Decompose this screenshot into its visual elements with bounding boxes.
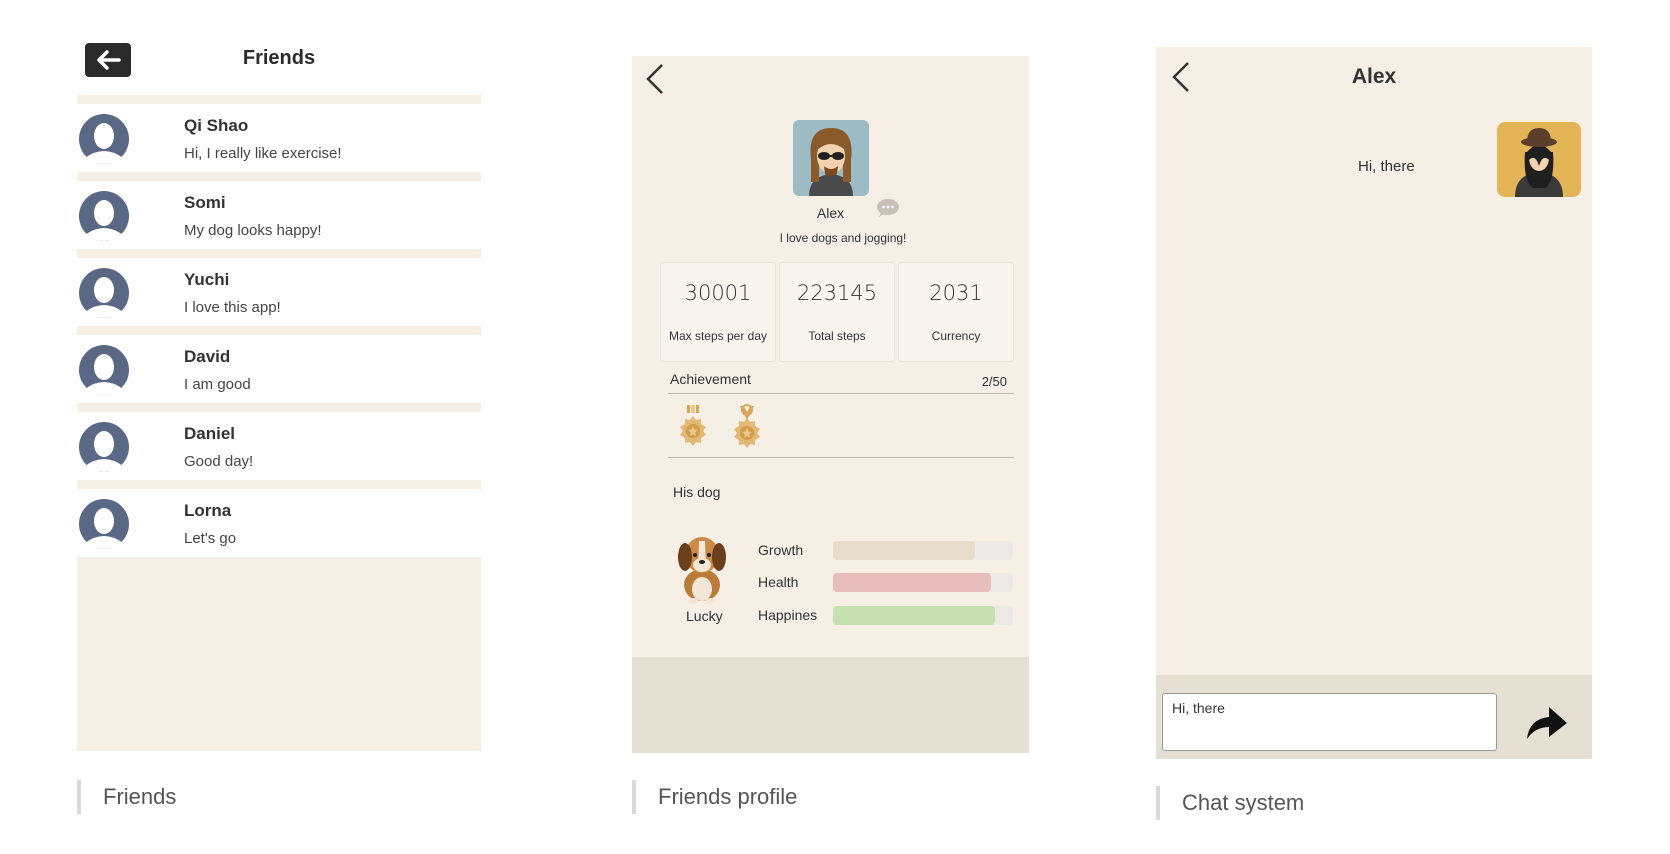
friend-message: Good day! — [184, 453, 254, 470]
divider — [668, 457, 1014, 458]
friend-row[interactable]: Yuchi I love this app! — [77, 258, 481, 326]
avatar-icon — [79, 268, 129, 318]
friend-name: Qi Shao — [184, 116, 249, 135]
friend-name: Somi — [184, 193, 226, 212]
growth-bar — [833, 541, 1013, 560]
profile-screen: Alex I love dogs and jogging! 30001 Max … — [632, 56, 1029, 753]
stat-value: 2031 — [929, 281, 983, 305]
happiness-bar-fill — [833, 606, 995, 625]
divider — [668, 393, 1014, 394]
friend-message: I love this app! — [184, 299, 281, 316]
health-bar-fill — [833, 573, 992, 592]
friend-row[interactable]: Lorna Let's go — [77, 489, 481, 557]
message-input[interactable] — [1162, 693, 1497, 751]
share-arrow-icon[interactable] — [1523, 703, 1569, 743]
friend-name: Lorna — [184, 501, 232, 520]
chat-bubble-icon[interactable] — [875, 198, 901, 218]
avatar — [1497, 122, 1581, 197]
friend-name: David — [184, 347, 231, 366]
profile-bio: I love dogs and jogging! — [779, 231, 907, 245]
friend-message: I am good — [184, 376, 251, 393]
avatar-icon — [79, 422, 129, 472]
stat-card: 223145 Total steps — [779, 262, 895, 362]
friend-message: Let's go — [184, 530, 237, 547]
friend-row[interactable]: Daniel Good day! — [77, 412, 481, 480]
caption-text: Friends — [103, 784, 177, 809]
friend-message: My dog looks happy! — [184, 222, 322, 239]
stat-label: Max steps per day — [668, 329, 768, 343]
avatar-icon — [79, 114, 129, 164]
friend-message: Hi, I really like exercise! — [184, 145, 342, 162]
avatar-icon — [79, 499, 129, 549]
friend-name: Daniel — [184, 424, 236, 443]
growth-bar-fill — [833, 541, 976, 560]
avatar-icon — [79, 191, 129, 241]
friends-caption: Friends — [77, 780, 176, 814]
stat-label: Total steps — [808, 329, 866, 343]
dog-name: Lucky — [686, 608, 723, 624]
medal-icon[interactable] — [730, 404, 764, 452]
happiness-bar — [833, 606, 1013, 625]
friends-screen: Friends Qi Shao Hi, I really like exerci… — [77, 37, 481, 751]
friends-header: Friends — [77, 37, 481, 95]
avatar-icon — [79, 345, 129, 395]
chat-title: Alex — [1351, 65, 1397, 88]
stat-value: 223145 — [796, 281, 878, 305]
stat-card: 2031 Currency — [898, 262, 1014, 362]
stat-value: 30001 — [684, 281, 752, 305]
profile-caption: Friends profile — [632, 780, 797, 814]
profile-avatar-icon — [809, 128, 853, 196]
profile-footer — [632, 657, 1029, 753]
friend-row[interactable]: Qi Shao Hi, I really like exercise! — [77, 104, 481, 172]
chevron-left-icon[interactable] — [644, 62, 666, 96]
chat-message: Hi, there — [1358, 158, 1415, 175]
chat-caption: Chat system — [1156, 786, 1304, 820]
chat-screen: Alex Hi, there — [1156, 47, 1592, 759]
health-bar — [833, 573, 1013, 592]
achievement-title: Achievement — [670, 371, 751, 387]
avatar — [793, 120, 869, 196]
caption-text: Friends profile — [658, 784, 798, 809]
achievement-count: 2/50 — [981, 374, 1007, 389]
sender-avatar-icon — [1515, 128, 1563, 197]
dog-icon — [678, 537, 726, 604]
friend-row[interactable]: David I am good — [77, 335, 481, 403]
stat-label: Currency — [931, 329, 981, 343]
profile-name: Alex — [816, 205, 845, 221]
bar-label: Growth — [758, 542, 804, 558]
dog-section-title: His dog — [673, 484, 721, 500]
bar-label: Health — [758, 574, 799, 590]
stat-card: 30001 Max steps per day — [660, 262, 776, 362]
friend-row[interactable]: Somi My dog looks happy! — [77, 181, 481, 249]
page-title: Friends — [242, 47, 316, 69]
medal-icon[interactable] — [676, 404, 710, 452]
bar-label: Happines — [758, 607, 818, 623]
friend-name: Yuchi — [184, 270, 230, 289]
caption-text: Chat system — [1182, 790, 1305, 815]
